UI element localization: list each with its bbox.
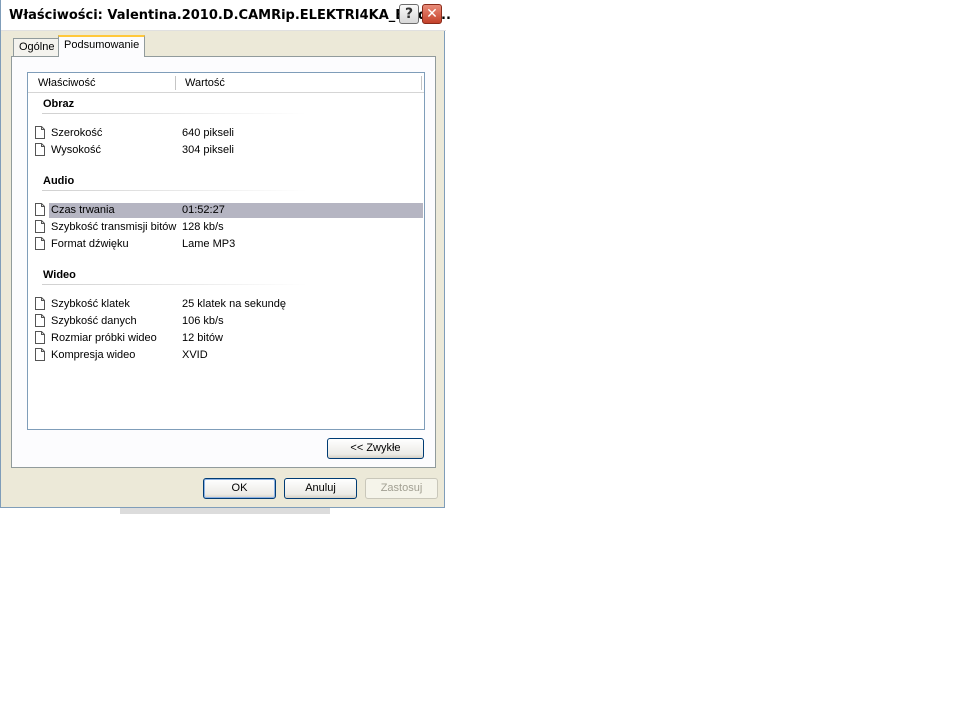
column-header-value[interactable]: Wartość [185, 77, 225, 89]
list-item[interactable]: Szybkość danych 106 kb/s [35, 314, 423, 329]
list-item[interactable]: Format dźwięku Lame MP3 [35, 237, 423, 252]
property-name: Szybkość transmisji bitów [51, 221, 177, 233]
window-title: Właściwości: Valentina.2010.D.CAMRip.ELE… [9, 8, 451, 23]
simple-view-button[interactable]: << Zwykłe [327, 438, 424, 459]
list-item[interactable]: Kompresja wideo XVID [35, 348, 423, 363]
property-value: 01:52:27 [182, 204, 225, 216]
column-separator[interactable] [421, 76, 422, 90]
property-value: XVID [182, 349, 208, 361]
title-bar[interactable]: Właściwości: Valentina.2010.D.CAMRip.ELE… [1, 0, 451, 31]
property-value: 12 bitów [182, 332, 223, 344]
property-value: 25 klatek na sekundę [182, 298, 286, 310]
group-title-image: Obraz [43, 98, 75, 110]
tab-general-label: Ogólne [19, 41, 55, 53]
tab-summary-label: Podsumowanie [64, 39, 140, 51]
document-icon [35, 203, 45, 216]
document-icon [35, 297, 45, 310]
document-icon [35, 126, 45, 139]
close-button[interactable]: ✕ [422, 4, 442, 24]
group-title-video: Wideo [43, 269, 76, 281]
property-value: 304 pikseli [182, 144, 234, 156]
group-divider [42, 190, 307, 191]
list-item[interactable]: Wysokość 304 pikseli [35, 143, 423, 158]
column-separator[interactable] [175, 76, 176, 90]
property-name: Wysokość [51, 144, 102, 156]
help-icon: ? [404, 6, 414, 22]
property-name: Czas trwania [51, 204, 115, 216]
property-value: 106 kb/s [182, 315, 224, 327]
property-value: Lame MP3 [182, 238, 236, 250]
property-value: 128 kb/s [182, 221, 224, 233]
group-divider [42, 284, 307, 285]
tab-summary[interactable]: Podsumowanie [58, 35, 146, 57]
properties-dialog: Właściwości: Valentina.2010.D.CAMRip.ELE… [0, 0, 451, 508]
list-item[interactable]: Szybkość klatek 25 klatek na sekundę [35, 297, 423, 312]
document-icon [35, 143, 45, 156]
list-item[interactable]: Szybkość transmisji bitów 128 kb/s [35, 220, 423, 235]
property-name: Rozmiar próbki wideo [51, 332, 157, 344]
group-title-audio: Audio [43, 175, 75, 187]
list-item[interactable]: Szerokość 640 pikseli [35, 126, 423, 141]
property-name: Format dźwięku [51, 238, 129, 250]
list-item-selected[interactable]: Czas trwania 01:52:27 [35, 203, 423, 218]
properties-list[interactable]: Właściwość Wartość Obraz Szerokość 640 p… [27, 72, 425, 430]
help-button[interactable]: ? [399, 4, 419, 24]
cancel-button[interactable]: Anuluj [284, 478, 357, 499]
group-divider [42, 113, 307, 114]
property-name: Szerokość [51, 127, 103, 139]
list-item[interactable]: Rozmiar próbki wideo 12 bitów [35, 331, 423, 346]
apply-button[interactable]: Zastosuj [365, 478, 438, 499]
document-icon [35, 237, 45, 250]
property-name: Szybkość klatek [51, 298, 130, 310]
tab-general[interactable]: Ogólne [13, 38, 61, 56]
property-name: Kompresja wideo [51, 349, 136, 361]
ok-button[interactable]: OK [203, 478, 276, 499]
column-header-property[interactable]: Właściwość [38, 77, 95, 89]
document-icon [35, 331, 45, 344]
close-icon: ✕ [426, 6, 438, 22]
property-name: Szybkość danych [51, 315, 137, 327]
document-icon [35, 220, 45, 233]
list-header: Właściwość Wartość [28, 73, 424, 93]
background-window-remnant [120, 508, 330, 514]
document-icon [35, 314, 45, 327]
document-icon [35, 348, 45, 361]
property-value: 640 pikseli [182, 127, 234, 139]
